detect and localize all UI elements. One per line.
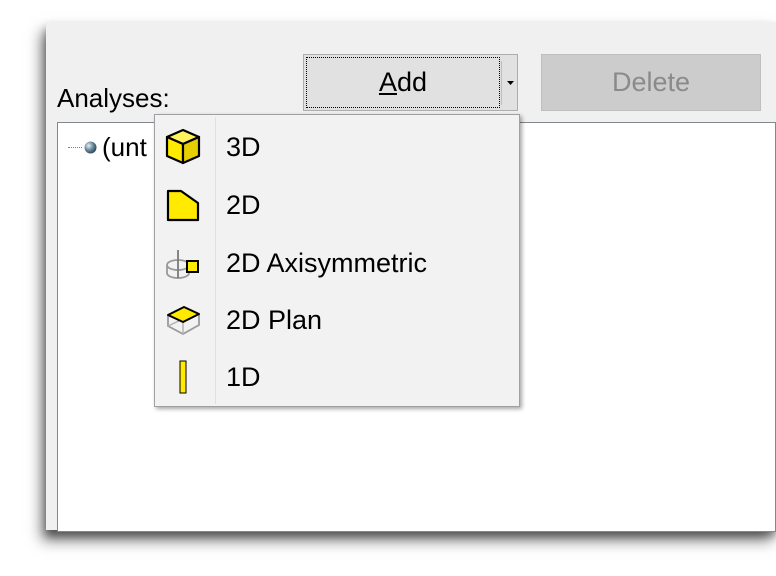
add-button-mnemonic: A xyxy=(378,67,397,97)
split-divider xyxy=(501,61,502,105)
dropdown-arrow-icon xyxy=(507,80,514,85)
add-button-label-rest: dd xyxy=(396,67,428,97)
axisymmetric-icon xyxy=(157,237,209,289)
tree-item[interactable]: (unt xyxy=(68,129,147,165)
menu-item-label: 1D xyxy=(226,361,261,392)
line-1d-icon xyxy=(157,351,209,403)
menu-item-2d-axisymmetric[interactable]: 2D Axisymmetric xyxy=(157,235,517,291)
menu-item-1d[interactable]: 1D xyxy=(157,349,517,405)
analysis-sphere-icon xyxy=(84,141,97,153)
polygon-2d-icon xyxy=(157,179,209,231)
menu-item-label: 3D xyxy=(226,131,261,162)
analyses-label: Analyses: xyxy=(57,83,170,113)
menu-item-label: 2D xyxy=(226,189,261,220)
tree-item-label: (unt xyxy=(102,131,147,162)
add-split-button[interactable]: Add xyxy=(303,54,518,111)
menu-item-2d[interactable]: 2D xyxy=(157,177,517,233)
menu-item-2d-plan[interactable]: 2D Plan xyxy=(157,292,517,348)
add-dropdown-arrow[interactable] xyxy=(504,55,517,110)
menu-item-3d[interactable]: 3D xyxy=(157,119,517,175)
tree-connector xyxy=(68,146,82,148)
menu-item-label: 2D Plan xyxy=(226,304,323,335)
add-button[interactable]: Add xyxy=(306,57,500,108)
menu-item-label: 2D Axisymmetric xyxy=(226,247,428,278)
plan-2d-icon xyxy=(157,294,209,346)
cube-icon xyxy=(157,121,209,173)
add-analysis-menu: 3D 2D 2D Axisymmetric 2D Plan 1D xyxy=(154,114,520,407)
delete-button[interactable]: Delete xyxy=(541,54,761,111)
